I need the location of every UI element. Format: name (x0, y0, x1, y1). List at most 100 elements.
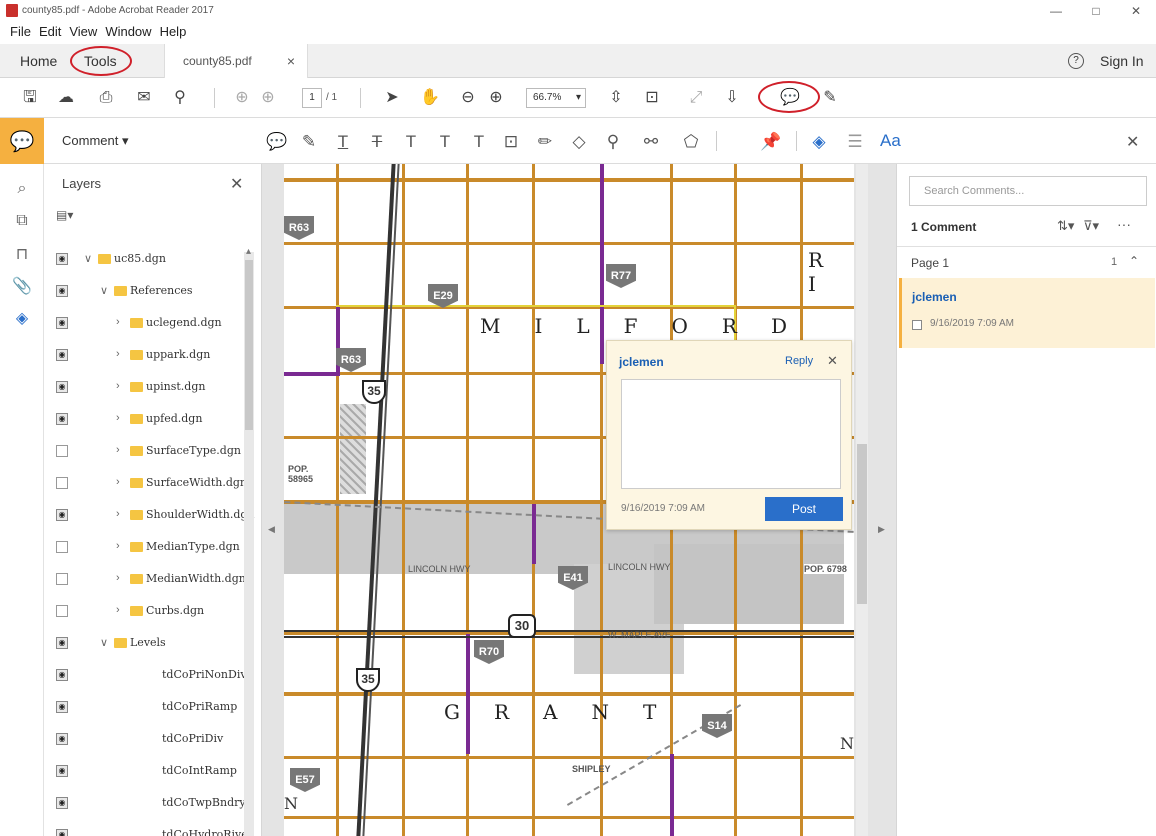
layer-visible-eye-icon[interactable]: ◉ (56, 637, 68, 649)
line-width-icon[interactable]: ☰ (844, 131, 866, 153)
layer-visible-eye-icon[interactable]: ◉ (56, 829, 68, 836)
menu-file[interactable]: File (6, 22, 35, 42)
layer-row[interactable]: › SurfaceWidth.dgn (44, 468, 247, 500)
layer-visible-eye-icon[interactable]: ◉ (56, 285, 68, 297)
chevron-right-icon[interactable]: › (116, 348, 120, 360)
comment-checkbox[interactable] (912, 320, 922, 330)
document-view[interactable]: ◀ ▶ MILFORD GRANT R I N N E29 R63 R77 E4… (262, 164, 896, 836)
search-comments-input[interactable]: Search Comments... (909, 176, 1147, 206)
layer-row[interactable]: ◉ ∨ References (44, 276, 244, 308)
sort-comments-icon[interactable]: ⇅▾ (1057, 218, 1074, 234)
zoom-out-icon[interactable]: ⊖ (458, 88, 478, 108)
tab-file-close-icon[interactable]: × (287, 44, 295, 78)
underline-text-icon[interactable]: T (332, 131, 354, 153)
pin-icon[interactable]: 📌 (760, 131, 782, 153)
layers-options-menu[interactable]: ▤▾ (56, 208, 73, 222)
zoom-in-icon[interactable]: ⊕ (486, 88, 506, 108)
layer-row[interactable]: ◉ tdCoPriDiv (44, 724, 244, 756)
scroll-mode-icon[interactable]: ⇳ (606, 88, 626, 108)
layer-visible-eye-icon[interactable]: ◉ (56, 381, 68, 393)
page-group-label[interactable]: Page 1 (911, 256, 949, 270)
hand-tool-icon[interactable]: ✋ (420, 88, 440, 108)
layer-visible-eye-icon[interactable]: ◉ (56, 669, 68, 681)
chevron-right-icon[interactable]: › (116, 476, 120, 488)
chevron-down-icon[interactable]: ∨ (100, 636, 108, 649)
next-page-icon[interactable]: ⊕ (258, 88, 278, 108)
layer-visible-eye-icon[interactable]: ◉ (56, 317, 68, 329)
chevron-right-icon[interactable]: › (116, 604, 120, 616)
layer-row[interactable]: ◉ tdCoIntRamp (44, 756, 244, 788)
chevron-right-icon[interactable]: › (116, 508, 120, 520)
layer-row[interactable]: › MedianType.dgn (44, 532, 244, 564)
document-scroll-thumb[interactable] (857, 444, 867, 604)
eraser-icon[interactable]: ◇ (568, 131, 590, 153)
layer-visible-eye-icon[interactable]: ◉ (56, 733, 68, 745)
tab-home[interactable]: Home (20, 44, 57, 78)
chevron-right-icon[interactable]: › (116, 540, 120, 552)
layers-scrollbar[interactable] (244, 252, 254, 836)
layer-row[interactable]: ◉ › uppark.dgn (44, 340, 244, 372)
collapse-chevron-icon[interactable]: ⌃ (1129, 254, 1139, 268)
layer-row[interactable]: › MedianWidth.dgn (44, 564, 246, 596)
layer-visibility-checkbox[interactable] (56, 541, 68, 553)
layer-visible-eye-icon[interactable]: ◉ (56, 413, 68, 425)
layer-row[interactable]: ◉ › uclegend.dgn (44, 308, 244, 340)
stamp-icon[interactable]: ⚲ (602, 131, 624, 153)
close-comment-toolbar-icon[interactable]: ✕ (1126, 132, 1139, 152)
pencil-icon[interactable]: ✏ (534, 131, 556, 153)
insert-text-icon[interactable]: T (434, 131, 456, 153)
layer-row[interactable]: ◉ › upinst.dgn (44, 372, 244, 404)
print-icon[interactable]: ⎙ (96, 88, 116, 108)
search-icon[interactable]: ⚲ (170, 88, 190, 108)
layer-row[interactable]: ◉ tdCoHydroRiver (44, 820, 253, 836)
layer-visible-eye-icon[interactable]: ◉ (56, 253, 68, 265)
help-icon[interactable]: ? (1068, 53, 1084, 69)
read-mode-icon[interactable]: ⇩ (722, 88, 742, 108)
layer-visibility-checkbox[interactable] (56, 605, 68, 617)
layer-row[interactable]: ◉ ∨ Levels (44, 628, 244, 660)
fill-sign-pen-icon[interactable]: ✎ (820, 88, 840, 108)
popup-close-icon[interactable]: ✕ (827, 353, 838, 369)
tab-file[interactable]: county85.pdf × (164, 44, 308, 78)
replace-text-icon[interactable]: T (400, 131, 422, 153)
comment-card[interactable]: jclemen 9/16/2019 7:09 AM (899, 278, 1155, 348)
bookmark-icon[interactable]: ⊓ (12, 244, 32, 264)
chevron-right-icon[interactable]: › (116, 316, 120, 328)
popup-comment-textarea[interactable] (621, 379, 841, 489)
layer-row[interactable]: ◉ tdCoPriRamp (44, 692, 244, 724)
menu-help[interactable]: Help (156, 22, 191, 42)
fit-page-icon[interactable]: ⊡ (642, 88, 662, 108)
attachments-icon[interactable]: 📎 (12, 276, 32, 296)
fill-color-icon[interactable]: ◈ (808, 131, 830, 153)
layer-visible-eye-icon[interactable]: ◉ (56, 349, 68, 361)
sign-in-link[interactable]: Sign In (1100, 44, 1144, 78)
post-button[interactable]: Post (765, 497, 843, 521)
select-arrow-icon[interactable]: ➤ (382, 88, 402, 108)
minimize-button[interactable]: — (1044, 4, 1068, 18)
chevron-right-icon[interactable]: › (116, 444, 120, 456)
expand-right-panel-icon[interactable]: ▶ (878, 524, 885, 535)
chevron-down-icon[interactable]: ∨ (84, 252, 92, 265)
filter-comments-icon[interactable]: ⊽▾ (1083, 218, 1099, 234)
strikethrough-text-icon[interactable]: T (366, 131, 388, 153)
layer-row[interactable]: › Curbs.dgn (44, 596, 244, 628)
drawing-tools-icon[interactable]: ⬠ (680, 131, 702, 153)
more-options-icon[interactable]: ··· (1117, 216, 1131, 232)
highlight-icon[interactable]: ✎ (298, 131, 320, 153)
layer-visibility-checkbox[interactable] (56, 477, 68, 489)
layer-visible-eye-icon[interactable]: ◉ (56, 797, 68, 809)
menu-edit[interactable]: Edit (35, 22, 65, 42)
close-window-button[interactable]: ✕ (1124, 4, 1148, 18)
text-box-icon[interactable]: ⊡ (500, 131, 522, 153)
layer-row[interactable]: ◉ › ShoulderWidth.dgn (44, 500, 255, 532)
scroll-up-arrow-icon[interactable]: ▴ (246, 246, 251, 257)
layer-visibility-checkbox[interactable] (56, 445, 68, 457)
chevron-right-icon[interactable]: › (116, 572, 120, 584)
layer-row[interactable]: ◉ tdCoTwpBndry (44, 788, 246, 820)
email-icon[interactable]: ✉ (134, 88, 154, 108)
page-number-input[interactable]: 1 (302, 88, 322, 108)
comment-dropdown[interactable]: Comment ▾ (62, 133, 129, 149)
popup-reply-link[interactable]: Reply (785, 355, 813, 367)
document-scrollbar[interactable] (856, 164, 868, 836)
comment-mode-icon[interactable]: 💬 (0, 118, 44, 164)
